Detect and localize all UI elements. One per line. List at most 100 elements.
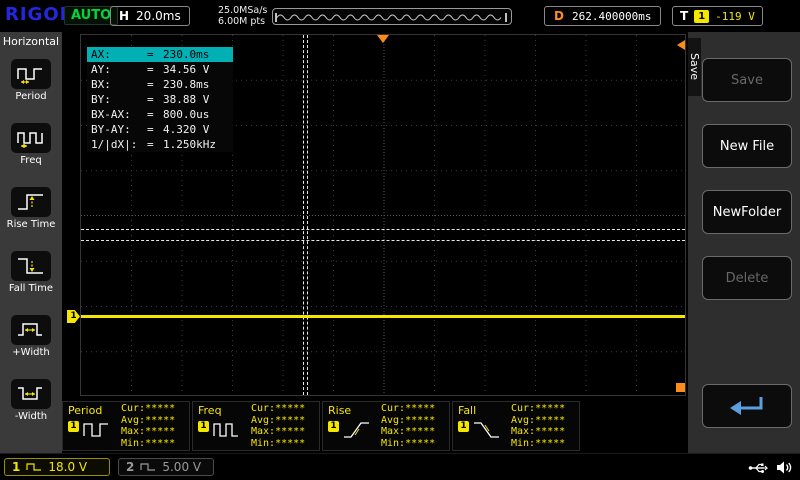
- cursor-row-label: AX:: [91, 47, 147, 62]
- measurement-cur: Cur:*****: [251, 403, 305, 415]
- channel1-number: 1: [12, 460, 20, 474]
- cursor-row-label: BX-AX:: [91, 107, 147, 122]
- cursor-row-bx-ax: BX-AX: = 800.0us: [87, 107, 233, 122]
- measurement-name: Rise: [328, 404, 351, 417]
- save-button[interactable]: Save: [702, 58, 792, 102]
- cursor-row-by-ay: BY-AY: = 4.320 V: [87, 122, 233, 137]
- horizontal-label: H: [119, 9, 129, 23]
- cursor-b-y-line[interactable]: [81, 229, 685, 230]
- measurement-name: Freq: [198, 404, 222, 417]
- horizontal-scale-readout: H 20.0ms: [110, 6, 190, 26]
- top-status-bar: RIGOL AUTO H 20.0ms 25.0MSa/s 6.00M pts …: [0, 0, 800, 32]
- cursor-row-label: 1/|dX|:: [91, 137, 147, 152]
- period-measure-icon: [82, 420, 112, 444]
- cursor-a-y-line[interactable]: [81, 240, 685, 241]
- new-file-button[interactable]: New File: [702, 124, 792, 168]
- cursor-row-bx: BX: = 230.8ms: [87, 77, 233, 92]
- neg-width-icon: [11, 379, 51, 409]
- channel1-scale: 18.0 V: [48, 460, 87, 474]
- menu-item-period[interactable]: Period: [0, 48, 62, 112]
- menu-item-label: Rise Time: [7, 220, 56, 230]
- speaker-icon: [776, 460, 792, 479]
- cursor-readout-box: AX: = 230.0ms AY: = 34.56 V BX: = 230.8m…: [87, 47, 233, 152]
- measurement-min: Min:*****: [251, 438, 305, 450]
- save-menu-tab: Save: [688, 38, 701, 96]
- cursor-b-x-line[interactable]: [307, 35, 308, 395]
- measurement-values: Cur:***** Avg:***** Max:***** Min:*****: [511, 403, 565, 449]
- menu-item-neg-width[interactable]: -Width: [0, 368, 62, 432]
- measurement-cur: Cur:*****: [121, 403, 175, 415]
- measurement-channel-badge: 1: [328, 421, 339, 432]
- delay-readout: D 262.400000ms: [544, 6, 661, 26]
- cursor-row-value: 34.56 V: [163, 62, 209, 77]
- measurement-avg: Avg:*****: [381, 415, 435, 427]
- cursor-row-label: BY:: [91, 92, 147, 107]
- usb-icon: [748, 460, 768, 479]
- menu-item-label: Freq: [20, 156, 41, 166]
- channel2-scale: 5.00 V: [162, 460, 201, 474]
- save-menu-panel: Save Save New File NewFolder Delete: [688, 32, 800, 453]
- delete-button[interactable]: Delete: [702, 256, 792, 300]
- cursor-row-label: BY-AY:: [91, 122, 147, 137]
- new-folder-button[interactable]: NewFolder: [702, 190, 792, 234]
- measurement-strip: Period 1 Cur:***** Avg:***** Max:***** M…: [62, 401, 580, 451]
- measurement-panel-fall: Fall 1 Cur:***** Avg:***** Max:***** Min…: [452, 401, 580, 451]
- menu-item-label: -Width: [15, 412, 47, 422]
- sample-rate: 25.0MSa/s: [218, 5, 267, 16]
- channel1-ground-marker[interactable]: 1: [67, 310, 80, 323]
- trigger-position-marker[interactable]: [377, 35, 389, 43]
- rise-measure-icon: [342, 420, 372, 444]
- cursor-row-ax: AX: = 230.0ms: [87, 47, 233, 62]
- measurement-panel-rise: Rise 1 Cur:***** Avg:***** Max:***** Min…: [322, 401, 450, 451]
- measurement-cur: Cur:*****: [381, 403, 435, 415]
- channel-status-bar: 1 18.0 V 2 5.00 V: [0, 453, 800, 480]
- waveform-display: 1 AX: = 230.0ms AY: = 34.56 V BX: = 230.…: [80, 34, 686, 396]
- rise-time-icon: [11, 187, 51, 217]
- trigger-source-badge: 1: [694, 10, 709, 23]
- cursor-row-value: 230.0ms: [163, 47, 209, 62]
- return-arrow-icon: [725, 393, 769, 419]
- pos-width-icon: [11, 315, 51, 345]
- trigger-level-offscreen-marker: [677, 40, 685, 50]
- equals-sign: =: [147, 122, 163, 137]
- channel2-status[interactable]: 2 5.00 V: [118, 458, 214, 476]
- measurement-max: Max:*****: [251, 426, 305, 438]
- measurement-name: Period: [68, 404, 102, 417]
- horizontal-scale-value: 20.0ms: [136, 9, 181, 23]
- period-icon: [11, 59, 51, 89]
- equals-sign: =: [147, 137, 163, 152]
- measurement-panel-freq: Freq 1 Cur:***** Avg:***** Max:***** Min…: [192, 401, 320, 451]
- menu-item-label: +Width: [12, 348, 49, 358]
- channel1-status[interactable]: 1 18.0 V: [4, 458, 110, 476]
- acquisition-readout: 25.0MSa/s 6.00M pts: [218, 5, 267, 27]
- measurement-channel-badge: 1: [68, 421, 79, 432]
- back-button[interactable]: [702, 384, 792, 428]
- preview-wave-icon: [273, 11, 509, 24]
- measurement-min: Min:*****: [381, 438, 435, 450]
- equals-sign: =: [147, 47, 163, 62]
- cursor-a-x-line[interactable]: [303, 35, 304, 395]
- measurement-values: Cur:***** Avg:***** Max:***** Min:*****: [251, 403, 305, 449]
- delay-label: D: [554, 9, 564, 23]
- trigger-label: T: [680, 9, 688, 23]
- memory-depth: 6.00M pts: [218, 16, 267, 27]
- freq-measure-icon: [212, 420, 242, 444]
- measurement-avg: Avg:*****: [511, 415, 565, 427]
- channel2-coupling-icon: [140, 462, 156, 472]
- menu-item-freq[interactable]: Freq: [0, 112, 62, 176]
- channel1-trace: [81, 315, 685, 318]
- menu-item-rise-time[interactable]: Rise Time: [0, 176, 62, 240]
- cursor-row-ay: AY: = 34.56 V: [87, 62, 233, 77]
- measurement-values: Cur:***** Avg:***** Max:***** Min:*****: [381, 403, 435, 449]
- waveform-preview-strip: [272, 8, 512, 25]
- cursor-row-value: 230.8ms: [163, 77, 209, 92]
- memory-position-marker: [676, 383, 685, 392]
- menu-item-fall-time[interactable]: Fall Time: [0, 240, 62, 304]
- cursor-row-by: BY: = 38.88 V: [87, 92, 233, 107]
- measurement-values: Cur:***** Avg:***** Max:***** Min:*****: [121, 403, 175, 449]
- left-menu-title: Horizontal: [0, 32, 62, 48]
- menu-item-label: Fall Time: [9, 284, 53, 294]
- fall-measure-icon: [472, 420, 502, 444]
- rigol-logo: RIGOL: [5, 4, 72, 25]
- menu-item-pos-width[interactable]: +Width: [0, 304, 62, 368]
